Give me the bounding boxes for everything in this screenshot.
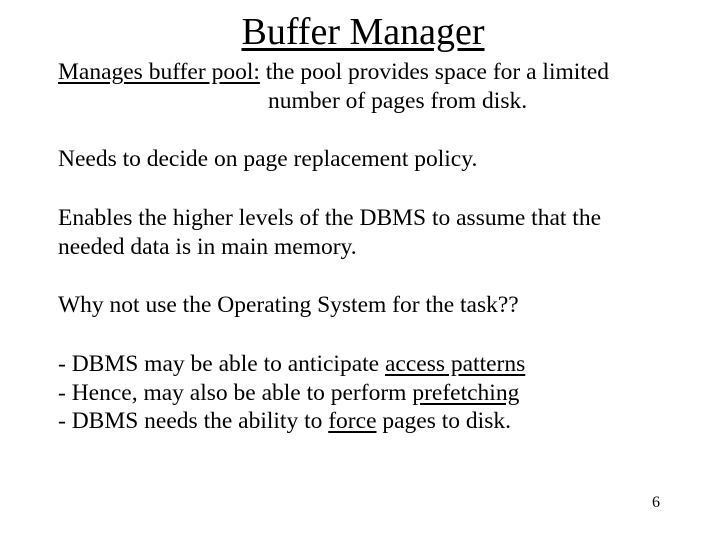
paragraph-replacement-policy: Needs to decide on page replacement poli… [58,145,668,174]
page-number: 6 [652,494,660,512]
bullet-1: - DBMS may be able to anticipate access … [58,351,525,377]
term-force: force [328,408,376,434]
bullet-list: - DBMS may be able to anticipate access … [58,350,668,436]
paragraph-why-not-os: Why not use the Operating System for the… [58,291,668,320]
term-prefetching: prefetching [412,380,519,406]
text-lead-underlined: Manages buffer pool: [58,59,260,85]
text-rest-line1: the pool provides space for a limited [260,59,609,85]
paragraph-manages-buffer-pool: Manages buffer pool: the pool provides s… [58,58,668,115]
slide-title: Buffer Manager [58,10,668,54]
paragraph-enables-higher-levels: Enables the higher levels of the DBMS to… [58,204,668,261]
bullet-2: - Hence, may also be able to perform pre… [58,380,519,406]
term-access-patterns: access patterns [385,351,525,377]
bullet-3: - DBMS needs the ability to force pages … [58,408,511,434]
text-rest-line2: number of pages from disk. [268,88,527,114]
